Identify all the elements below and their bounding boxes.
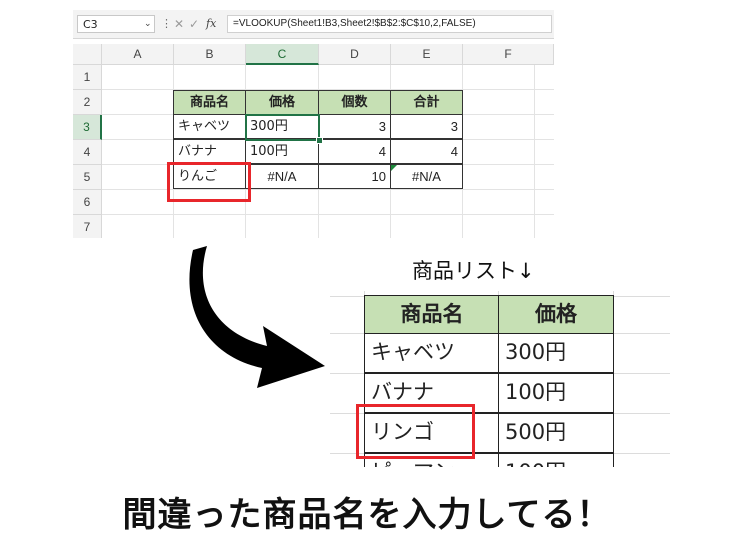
list-cell[interactable]: 300円 [498,333,614,373]
formula-bar: C3 ⌄ ⋮ ✕ ✓ fx =VLOOKUP(Sheet1!B3,Sheet2!… [73,10,554,39]
table-cell[interactable]: キャベツ [173,114,246,139]
formula-input[interactable]: =VLOOKUP(Sheet1!B3,Sheet2!$B$2:$C$10,2,F… [227,15,552,33]
error-indicator-icon[interactable] [391,165,397,171]
table-header-cell[interactable]: 個数 [318,90,391,115]
table-cell[interactable]: 3 [318,114,391,139]
gridline [534,65,535,238]
column-header-e[interactable]: E [391,44,463,65]
error-cell[interactable]: #N/A [390,164,463,189]
column-header-d[interactable]: D [319,44,391,65]
row-header-5[interactable]: 5 [73,165,102,190]
row-header-6[interactable]: 6 [73,190,102,215]
table-header-cell[interactable]: 価格 [245,90,319,115]
table-header-cell[interactable]: 商品名 [173,90,246,115]
spreadsheet-window: C 3 ⌄ ⋮ ✕ ✓ fx =VLOOKUP(Sheet1!B3,Sheet2!… [73,10,554,238]
column-header-c[interactable]: C [246,44,319,65]
table-cell[interactable]: 100円 [245,139,319,164]
error-cell[interactable]: #N/A [245,164,319,189]
table-cell[interactable]: 10 [318,164,391,189]
chevron-down-icon[interactable]: ⌄ [144,15,152,33]
list-cell[interactable]: 100円 [498,453,614,467]
column-header-f[interactable]: F [463,44,554,65]
column-header-b[interactable]: B [174,44,246,65]
list-header-cell[interactable]: 商品名 [364,295,500,335]
row-header-2[interactable]: 2 [73,90,102,115]
more-options-icon[interactable]: ⋮ [161,15,172,33]
table-header-cell[interactable]: 合計 [390,90,463,115]
active-cell-selection [245,114,320,141]
highlight-box [356,404,475,459]
row-header-7[interactable]: 7 [73,215,102,238]
caption-text: 間違った商品名を入力してる！ [122,495,612,535]
fill-handle[interactable] [316,137,323,144]
table-cell[interactable]: 4 [318,139,391,164]
list-cell[interactable]: キャベツ [364,333,500,373]
highlight-box [167,162,251,202]
list-cell[interactable]: 100円 [498,373,614,413]
row-header-4[interactable]: 4 [73,140,102,165]
cancel-icon[interactable]: ✕ [174,15,184,33]
select-all-corner[interactable] [73,44,102,65]
product-list-title: 商品リスト↓ [412,259,535,283]
row-header-1[interactable]: 1 [73,65,102,90]
gridline [102,214,554,215]
table-cell[interactable]: 4 [390,139,463,164]
list-header-cell[interactable]: 価格 [498,295,614,335]
arrow-icon [189,246,325,388]
column-header-a[interactable]: A [102,44,174,65]
enter-icon[interactable]: ✓ [189,15,199,33]
row-header-3[interactable]: 3 [73,115,102,140]
table-cell[interactable]: 3 [390,114,463,139]
table-cell[interactable]: バナナ [173,139,246,164]
insert-function-icon[interactable]: fx [206,15,216,33]
list-cell[interactable]: 500円 [498,413,614,453]
